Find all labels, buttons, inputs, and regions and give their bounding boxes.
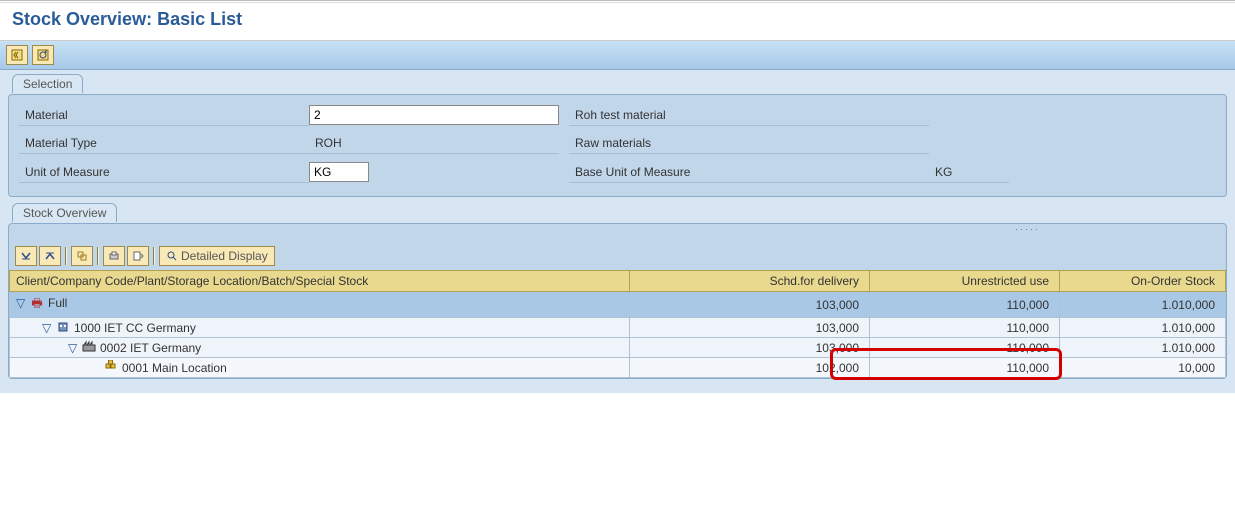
cell-onorder: 1.010,000: [1060, 318, 1226, 338]
table-row[interactable]: 0001 Main Location 102,000110,00010,000: [10, 358, 1226, 378]
page-title: Stock Overview: Basic List: [0, 3, 1235, 41]
table-row[interactable]: ▽ 0002 IET Germany 103,000110,0001.010,000: [10, 338, 1226, 358]
uom-label: Unit of Measure: [19, 162, 309, 183]
company-icon: [56, 320, 70, 335]
printer-icon: 🖶: [30, 294, 44, 315]
cell-schd: 103,000: [630, 338, 870, 358]
stock-overview-tab: Stock Overview: [12, 203, 117, 222]
selection-panel: Material Roh test material Material Type…: [8, 94, 1227, 197]
expand-down-icon[interactable]: [15, 246, 37, 266]
uom-input[interactable]: [309, 162, 369, 182]
material-type-label: Material Type: [19, 133, 309, 154]
print-icon[interactable]: [103, 246, 125, 266]
material-input[interactable]: [309, 105, 559, 125]
splitter-handle-icon[interactable]: ·····: [829, 224, 1226, 238]
refresh-icon-button[interactable]: [32, 45, 54, 65]
base-uom-value: KG: [929, 162, 1009, 183]
row-label: 0002 IET Germany: [100, 341, 201, 355]
tree-toggle-icon[interactable]: ▽: [68, 341, 78, 355]
tree-toggle-icon[interactable]: ▽: [16, 296, 26, 310]
cell-unr: 110,000: [870, 318, 1060, 338]
row-label: 0001 Main Location: [122, 361, 227, 375]
cell-onorder: 1.010,000: [1060, 292, 1226, 318]
selection-tab: Selection: [12, 74, 83, 93]
back-icon-button[interactable]: [6, 45, 28, 65]
col-hierarchy[interactable]: Client/Company Code/Plant/Storage Locati…: [10, 271, 630, 292]
col-schd[interactable]: Schd.for delivery: [630, 271, 870, 292]
cell-onorder: 1.010,000: [1060, 338, 1226, 358]
row-label: 1000 IET CC Germany: [74, 321, 196, 335]
cell-unr: 110,000: [870, 292, 1060, 318]
cell-schd: 102,000: [630, 358, 870, 378]
cell-unr: 110,000: [870, 338, 1060, 358]
grid-toolbar: Detailed Display: [9, 238, 1226, 270]
app-toolbar: [0, 41, 1235, 70]
detailed-display-label: Detailed Display: [181, 249, 268, 263]
cell-onorder: 10,000: [1060, 358, 1226, 378]
row-label: Full: [48, 296, 67, 310]
stock-overview-panel: ····· Detailed Display: [8, 223, 1227, 379]
find-icon[interactable]: [71, 246, 93, 266]
detailed-display-button[interactable]: Detailed Display: [159, 246, 275, 266]
cell-unr: 110,000: [870, 358, 1060, 378]
stock-grid: Client/Company Code/Plant/Storage Locati…: [9, 270, 1226, 378]
material-type-description: Raw materials: [569, 133, 929, 154]
col-unr[interactable]: Unrestricted use: [870, 271, 1060, 292]
base-uom-label: Base Unit of Measure: [569, 162, 929, 183]
material-type-value: ROH: [309, 133, 559, 154]
collapse-up-icon[interactable]: [39, 246, 61, 266]
material-label: Material: [19, 105, 309, 126]
material-description: Roh test material: [569, 105, 929, 126]
tree-toggle-icon[interactable]: ▽: [42, 321, 52, 335]
export-icon[interactable]: [127, 246, 149, 266]
storage-location-icon: [104, 360, 118, 375]
cell-schd: 103,000: [630, 318, 870, 338]
cell-schd: 103,000: [630, 292, 870, 318]
plant-icon: [82, 340, 96, 355]
table-row[interactable]: ▽ 1000 IET CC Germany 103,000110,0001.010,…: [10, 318, 1226, 338]
table-row[interactable]: ▽ 🖶 Full 103,000110,0001.010,000: [10, 292, 1226, 318]
col-onorder[interactable]: On-Order Stock: [1060, 271, 1226, 292]
